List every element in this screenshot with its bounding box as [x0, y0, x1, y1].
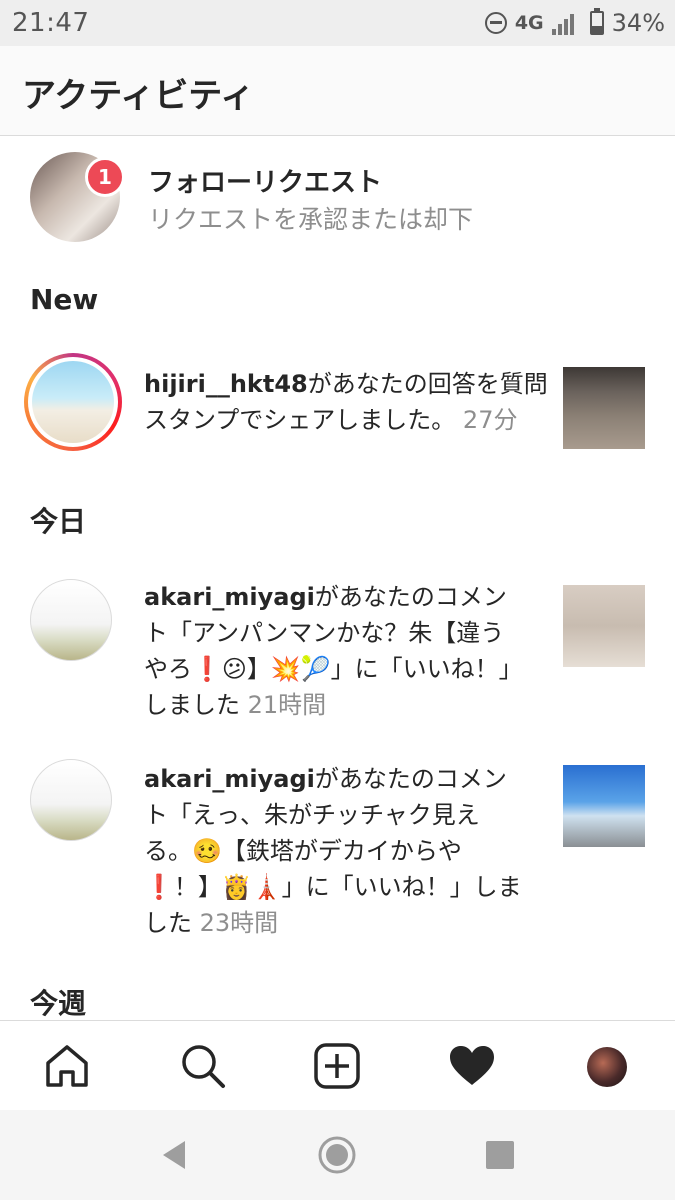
home-icon[interactable]: [42, 1041, 92, 1091]
post-thumbnail[interactable]: [563, 765, 645, 847]
battery-fill: [591, 26, 602, 33]
do-not-disturb-icon: [484, 12, 507, 34]
follow-request-row[interactable]: 1 フォローリクエスト リクエストを承認または却下: [0, 137, 675, 257]
section-this-week: 今週: [30, 987, 87, 1020]
activity-text: akari_miyagiがあなたのコメント「アンパンマンかな？朱【違うやろ❗😕】…: [144, 579, 526, 723]
follow-request-badge: 1: [85, 157, 125, 197]
activity-time: 23時間: [199, 909, 279, 937]
battery-icon: [589, 8, 604, 35]
activity-heart-icon[interactable]: [447, 1041, 497, 1091]
follow-request-subtitle: リクエストを承認または却下: [148, 205, 474, 234]
profile-avatar[interactable]: [587, 1047, 627, 1087]
story-thumbnail[interactable]: [563, 367, 645, 449]
story-avatar[interactable]: [24, 353, 122, 451]
recents-icon[interactable]: [480, 1135, 520, 1175]
follow-request-title: フォローリクエスト: [148, 168, 383, 198]
user-avatar[interactable]: [30, 759, 112, 841]
activity-username[interactable]: hijiri__hkt48: [144, 370, 308, 398]
network-type: 4G: [514, 12, 544, 34]
activity-time: 21時間: [247, 691, 327, 719]
back-icon[interactable]: [155, 1135, 195, 1175]
search-icon[interactable]: [178, 1041, 228, 1091]
activity-text: akari_miyagiがあなたのコメント「えっ、朱がチッチャク見える。🥴【鉄塔…: [144, 761, 526, 941]
status-time: 21:47: [12, 8, 90, 38]
activity-header: アクティビティ: [0, 46, 675, 136]
home-circle-icon[interactable]: [317, 1135, 357, 1175]
post-thumbnail[interactable]: [563, 585, 645, 667]
section-today: 今日: [30, 505, 87, 538]
page-title: アクティビティ: [22, 76, 255, 116]
activity-item[interactable]: akari_miyagiがあなたのコメント「アンパンマンかな？朱【違うやろ❗😕】…: [0, 567, 675, 727]
activity-text: hijiri__hkt48があなたの回答を質問スタンプでシェアしました。 27分: [144, 366, 554, 438]
add-post-icon[interactable]: [312, 1041, 362, 1091]
bottom-nav: [0, 1020, 675, 1110]
activity-feed[interactable]: 1 フォローリクエスト リクエストを承認または却下 New hijiri__hk…: [0, 137, 675, 1020]
signal-icon: [551, 11, 582, 35]
android-nav-bar: [0, 1110, 675, 1200]
status-bar: 21:47 4G 34%: [0, 0, 675, 46]
activity-item[interactable]: akari_miyagiがあなたのコメント「えっ、朱がチッチャク見える。🥴【鉄塔…: [0, 749, 675, 949]
battery-percent: 34%: [611, 9, 665, 37]
user-avatar[interactable]: [30, 579, 112, 661]
activity-username[interactable]: akari_miyagi: [144, 765, 315, 793]
activity-time: 27分: [462, 406, 518, 434]
activity-username[interactable]: akari_miyagi: [144, 583, 315, 611]
activity-item[interactable]: hijiri__hkt48があなたの回答を質問スタンプでシェアしました。 27分: [0, 353, 675, 463]
section-new: New: [30, 283, 99, 316]
status-icons: 4G 34%: [484, 8, 665, 38]
